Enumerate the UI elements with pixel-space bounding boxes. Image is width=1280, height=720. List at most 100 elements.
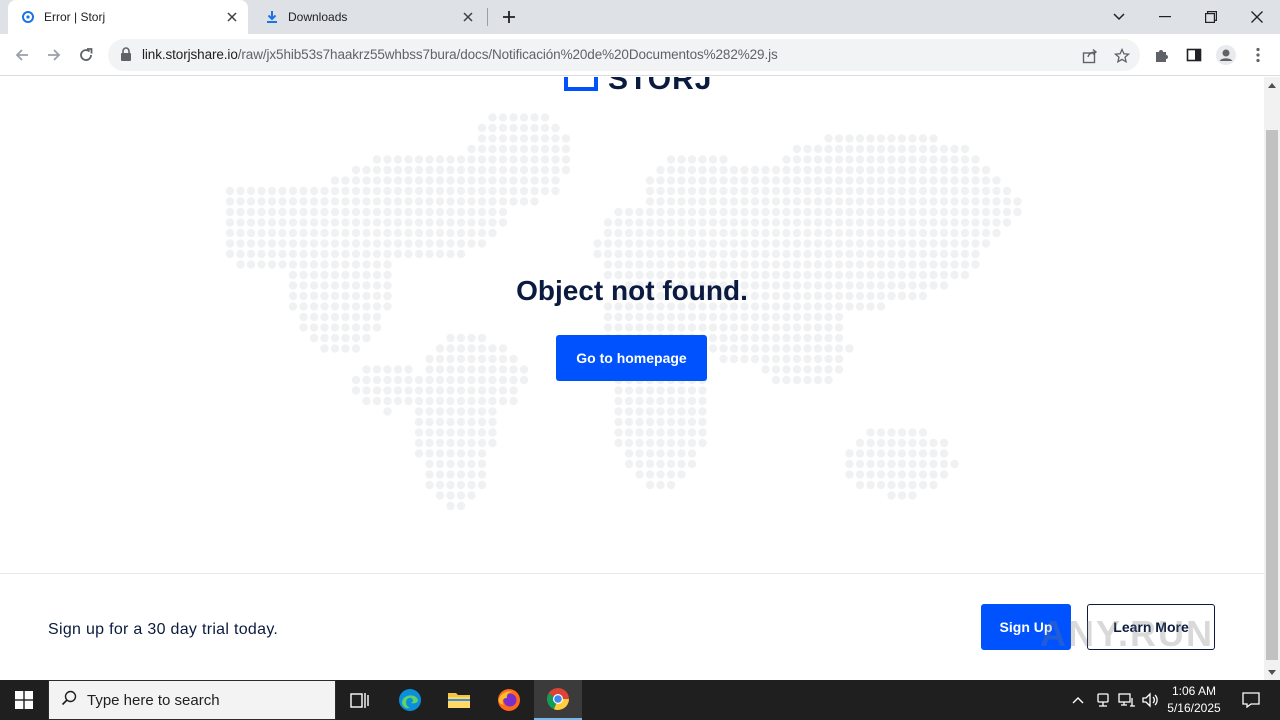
map-dot — [834, 197, 844, 206]
map-dot — [698, 312, 707, 322]
scroll-up-arrow-icon[interactable] — [1264, 77, 1280, 93]
back-arrow-icon[interactable] — [8, 41, 36, 69]
map-dot — [908, 249, 917, 259]
chrome-taskbar-icon[interactable] — [534, 680, 582, 720]
map-dot — [771, 344, 781, 353]
map-dot — [992, 207, 1001, 217]
menu-dots-icon[interactable] — [1248, 45, 1268, 65]
tab-error-storj[interactable]: Error | Storj — [8, 0, 248, 34]
learn-more-button[interactable]: Learn More — [1087, 604, 1215, 650]
map-dot — [614, 228, 623, 238]
side-panel-icon[interactable] — [1184, 45, 1204, 65]
map-dot — [414, 249, 424, 259]
reload-icon[interactable] — [72, 41, 100, 69]
restore-icon[interactable] — [1188, 0, 1234, 34]
taskbar-search-box[interactable]: Type here to search — [48, 680, 336, 720]
map-dot — [435, 155, 445, 164]
vertical-scrollbar[interactable] — [1264, 77, 1280, 680]
map-dot — [372, 386, 382, 395]
network-icon[interactable] — [1117, 690, 1137, 710]
map-dot — [666, 249, 676, 259]
map-dot — [771, 249, 781, 259]
windows-start-icon[interactable] — [0, 680, 48, 720]
map-dot — [467, 459, 476, 469]
map-dot — [677, 186, 686, 196]
map-dot — [309, 333, 319, 343]
network-drive-icon[interactable] — [1093, 690, 1113, 710]
map-dot — [876, 239, 886, 248]
map-dot — [771, 186, 781, 196]
system-clock[interactable]: 1:06 AM 5/16/2025 — [1162, 683, 1226, 717]
map-dot — [971, 260, 980, 269]
map-dot — [782, 260, 791, 269]
file-explorer-icon[interactable] — [435, 680, 483, 720]
map-dot — [498, 386, 508, 395]
map-dot — [908, 491, 917, 500]
map-dot — [288, 218, 298, 227]
map-dot — [477, 428, 487, 437]
tray-chevron-up-icon[interactable] — [1068, 690, 1088, 710]
map-dot — [477, 354, 487, 364]
map-dot — [519, 176, 529, 185]
notifications-icon[interactable] — [1234, 680, 1268, 720]
storj-logo[interactable]: STORJ — [564, 77, 712, 97]
map-dot — [960, 228, 970, 238]
new-tab-icon[interactable] — [498, 6, 520, 28]
map-dot — [981, 228, 991, 238]
close-tab-icon[interactable] — [224, 9, 240, 25]
address-bar[interactable]: link.storjshare.io/raw/jx5hib53s7haakrz5… — [108, 39, 1140, 71]
bookmark-star-icon[interactable] — [1112, 46, 1132, 66]
map-dot — [782, 186, 791, 196]
map-dot — [855, 176, 865, 185]
map-dot — [635, 323, 644, 332]
map-dot — [908, 428, 917, 437]
minimize-icon[interactable] — [1142, 0, 1188, 34]
map-dot — [372, 375, 382, 385]
map-dot — [467, 375, 476, 385]
map-dot — [792, 176, 802, 185]
storj-logo-text: STORJ — [608, 77, 713, 96]
map-dot — [939, 186, 949, 196]
map-dot — [719, 186, 728, 196]
lock-icon[interactable] — [120, 47, 132, 66]
map-dot — [834, 312, 844, 322]
map-dot — [435, 249, 445, 259]
map-dot — [719, 354, 728, 364]
map-dot — [698, 323, 707, 332]
map-dot — [435, 459, 445, 469]
map-dot — [635, 449, 644, 458]
sign-up-button[interactable]: Sign Up — [981, 604, 1071, 650]
url-text[interactable]: link.storjshare.io/raw/jx5hib53s7haakrz5… — [142, 47, 778, 62]
profile-avatar-icon[interactable] — [1216, 45, 1236, 65]
map-dot — [750, 176, 760, 185]
extensions-puzzle-icon[interactable] — [1152, 45, 1172, 65]
map-dot — [467, 218, 476, 227]
edge-browser-icon[interactable] — [386, 680, 434, 720]
map-dot — [414, 218, 424, 227]
tab-downloads[interactable]: Downloads — [252, 0, 484, 34]
map-dot — [603, 218, 613, 227]
task-view-icon[interactable] — [336, 680, 384, 720]
map-dot — [383, 155, 392, 164]
go-to-homepage-button[interactable]: Go to homepage — [556, 335, 707, 381]
map-dot — [792, 228, 802, 238]
share-icon[interactable] — [1080, 46, 1100, 66]
close-tab-icon[interactable] — [460, 9, 476, 25]
map-dot — [687, 218, 697, 227]
forward-arrow-icon[interactable] — [40, 41, 68, 69]
scroll-down-arrow-icon[interactable] — [1264, 664, 1280, 680]
scrollbar-thumb[interactable] — [1266, 130, 1278, 660]
map-dot — [761, 239, 770, 248]
map-dot — [740, 323, 749, 332]
map-dot — [698, 249, 707, 259]
tab-search-chevron-icon[interactable] — [1096, 0, 1142, 34]
map-dot — [362, 165, 371, 175]
map-dot — [666, 386, 676, 395]
volume-icon[interactable] — [1141, 690, 1161, 710]
map-dot — [425, 480, 434, 490]
firefox-icon[interactable] — [485, 680, 533, 720]
close-window-icon[interactable] — [1234, 0, 1280, 34]
map-dot — [782, 323, 791, 332]
map-dot — [666, 459, 676, 469]
map-dot — [792, 344, 802, 353]
